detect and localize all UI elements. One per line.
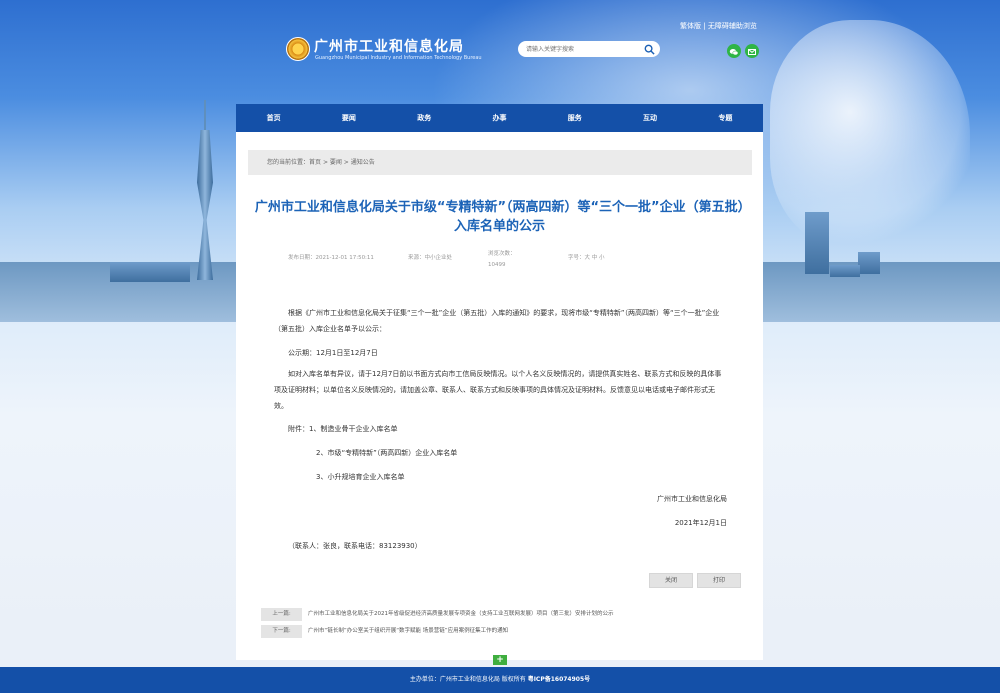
view-count-value: 10499 [488,262,506,268]
next-article: 下一篇: 广州市“链长制”办公室关于组织开展“数字赋能 场景营链”应用案例征集工作… [261,625,741,638]
site-subtitle: Guangzhou Municipal Industry and Informa… [315,55,482,61]
prev-article: 上一篇: 广州市工业和信息化局关于2021年省级促进经济高质量发展专项资金（支持工… [261,608,741,621]
footer-icp-link[interactable]: 粤ICP备16074905号 [528,676,590,683]
nav-item-news[interactable]: 要闻 [311,104,386,132]
search-icon[interactable] [644,44,655,55]
breadcrumb-separator: > [341,159,351,166]
attachment-item[interactable]: 3、小升规培育企业入库名单 [316,469,768,485]
font-size-selector[interactable]: 字号：大 中 小 [568,253,605,261]
accessibility-link[interactable]: 无障碍辅助浏览 [708,22,757,30]
publish-date: 发布日期：2021-12-01 17:50:11 [288,255,374,261]
site-logo [286,37,310,61]
background-building [830,265,860,277]
canton-tower [197,130,213,280]
article-paragraph: 公示期：12月1日至12月7日 [288,349,378,357]
plus-icon[interactable]: + [493,655,507,665]
breadcrumb: 您的当前位置：首页 > 要闻 > 通知公告 [248,150,752,175]
canton-tower-spire [204,100,206,132]
breadcrumb-separator: > [321,159,330,166]
main-nav: 首页 要闻 政务 办事 服务 互动 专题 [236,104,763,132]
background-building [805,212,829,274]
view-count-label: 浏览次数： [488,251,516,257]
mail-icon[interactable] [745,44,759,58]
attachment-item[interactable]: 2、市级“专精特新”（两高四新）企业入库名单 [316,445,768,461]
contact-info: （联系人：张良，联系电话：83123930） [288,542,422,550]
article-panel: 您的当前位置：首页 > 要闻 > 通知公告 广州市工业和信息化局关于市级“专精特… [236,132,763,660]
search-box [518,41,660,57]
nav-item-government[interactable]: 政务 [387,104,462,132]
breadcrumb-notices[interactable]: 通知公告 [351,159,375,166]
nav-item-services[interactable]: 服务 [537,104,612,132]
article-title: 广州市工业和信息化局关于市级“专精特新”（两高四新）等“三个一批”企业（第五批）… [254,200,745,234]
nav-item-affairs[interactable]: 办事 [462,104,537,132]
breadcrumb-news[interactable]: 要闻 [330,159,342,166]
wechat-icon[interactable] [727,44,741,58]
site-header: 广州市工业和信息化局 Guangzhou Municipal Industry … [0,0,1000,100]
next-article-label: 下一篇: [261,625,302,638]
signature-org: 广州市工业和信息化局 [657,495,727,503]
nav-item-home[interactable]: 首页 [236,104,311,132]
article-paragraph: 如对入库名单有异议，请于12月7日前以书面方式向市工信局反映情况。以个人名义反映… [274,370,722,410]
background-building [858,252,880,274]
signature-date: 2021年12月1日 [674,519,727,527]
top-links: 繁体版 | 无障碍辅助浏览 [680,21,757,31]
view-count: 浏览次数： 10499 [488,249,516,271]
article-paragraph: 根据《广州市工业和信息化局关于征集“三个一批”企业（第五批）入库的通知》的要求，… [274,309,720,333]
search-input[interactable] [526,41,644,57]
nav-item-topics[interactable]: 专题 [688,104,763,132]
prev-article-link[interactable]: 广州市工业和信息化局关于2021年省级促进经济高质量发展专项资金（支持工业互联网… [308,611,614,617]
traditional-chinese-link[interactable]: 繁体版 [680,22,701,30]
breadcrumb-label: 您的当前位置： [267,159,310,166]
site-footer: 主办单位：广州市工业和信息化局 版权所有 粤ICP备16074905号 [0,667,1000,693]
attachment-item[interactable]: 附件：1、制造业骨干企业入库名单 [288,421,740,437]
breadcrumb-home[interactable]: 首页 [309,159,321,166]
site-title: 广州市工业和信息化局 [314,39,464,55]
prev-article-label: 上一篇: [261,608,302,621]
nav-item-interaction[interactable]: 互动 [612,104,687,132]
footer-copyright: 主办单位：广州市工业和信息化局 版权所有 [409,676,526,683]
background-building [110,262,190,282]
next-article-link[interactable]: 广州市“链长制”办公室关于组织开展“数字赋能 场景营链”应用案例征集工作的通知 [308,628,508,634]
close-button[interactable]: 关闭 [649,573,693,588]
article-source: 来源：中小企业处 [408,255,453,261]
print-button[interactable]: 打印 [697,573,741,588]
